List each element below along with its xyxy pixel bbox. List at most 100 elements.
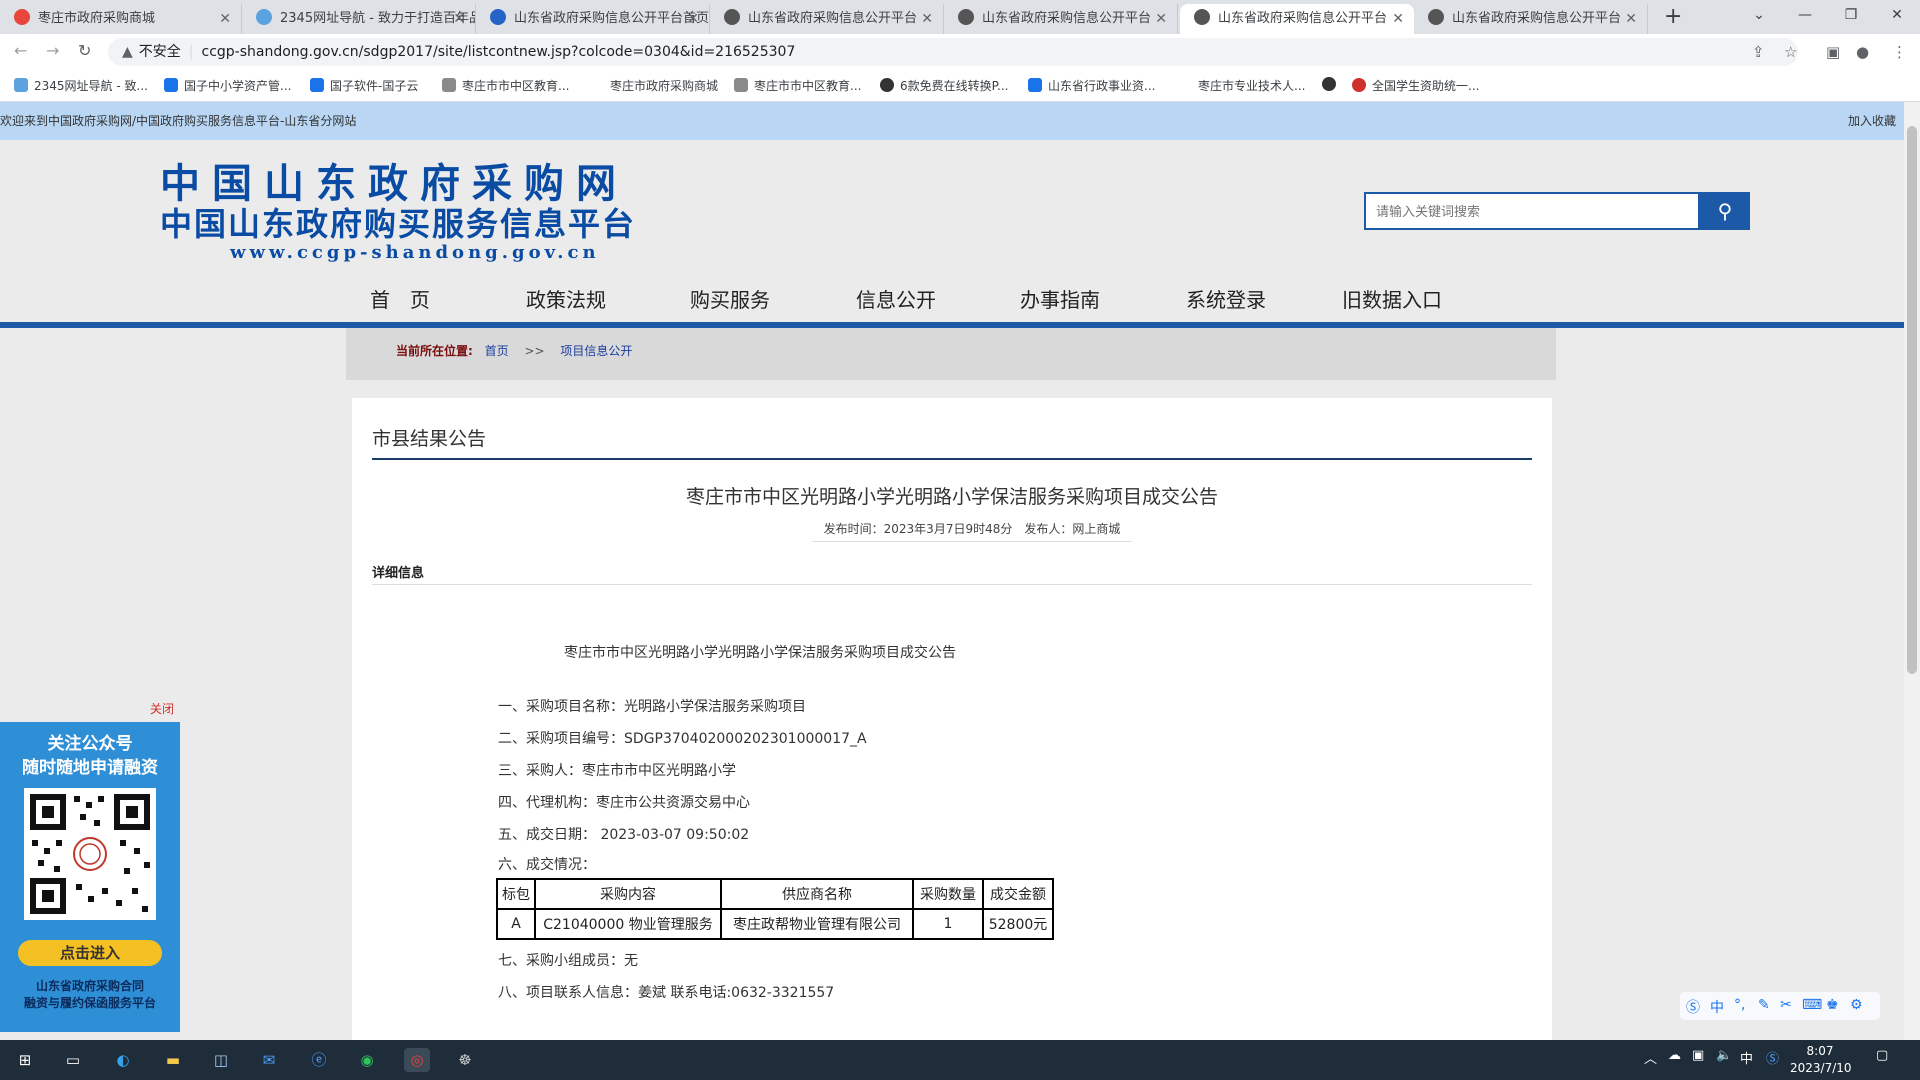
share-icon[interactable]: ⇪	[1752, 43, 1765, 61]
search-input[interactable]	[1364, 192, 1700, 230]
ime-skin-icon[interactable]: ♚	[1826, 997, 1839, 1013]
table-cell: C21040000 物业管理服务	[534, 908, 722, 940]
tray-chevron-icon[interactable]: ︿	[1644, 1048, 1657, 1067]
tab-close-icon[interactable]: ✕	[1392, 4, 1404, 34]
bookmark-label: 枣庄市市中区教育...	[462, 79, 570, 93]
onedrive-icon[interactable]: ☁	[1668, 1048, 1681, 1063]
file-explorer-icon[interactable]: ▬	[160, 1048, 186, 1072]
breadcrumb-label: 当前所在位置:	[396, 344, 473, 358]
browser-tab[interactable]: 山东省政府采购信息公开平台 ✕	[710, 4, 944, 34]
new-tab-button[interactable]: +	[1664, 4, 1682, 30]
ime-toolbar[interactable]: Ⓢ 中 °, ✎ ✂ ⌨ ♚ ⚙	[1680, 992, 1880, 1020]
wechat-icon[interactable]: ◉	[354, 1048, 380, 1072]
ad-close-button[interactable]: 关闭	[150, 700, 174, 717]
bookmark-favicon-icon	[442, 78, 456, 92]
search-button[interactable]: ⚲	[1700, 192, 1750, 230]
tab-favicon-icon	[958, 9, 974, 25]
url-separator: |	[188, 44, 194, 60]
tab-close-icon[interactable]: ✕	[1155, 4, 1167, 34]
site-logo[interactable]: 中国山东政府采购网 中国山东政府购买服务信息平台 www.ccgp-shando…	[160, 162, 636, 264]
bookmark-item[interactable]	[1322, 77, 1342, 92]
clock[interactable]: 8:07 2023/7/10	[1790, 1043, 1852, 1077]
volume-icon[interactable]: 🔈	[1716, 1048, 1732, 1063]
browser-tab[interactable]: 山东省政府采购信息公开平台 ✕	[1414, 4, 1648, 34]
reload-icon[interactable]: ↻	[78, 41, 91, 60]
maximize-button[interactable]: ❐	[1828, 0, 1874, 30]
bookmark-label: 国子软件-国子云	[330, 79, 419, 93]
notification-icon[interactable]: ▢	[1876, 1048, 1888, 1063]
add-favorite-link[interactable]: 加入收藏	[1848, 102, 1896, 140]
bookmark-item[interactable]: 枣庄市政府采购商城	[590, 77, 718, 94]
browser-tab[interactable]: 山东省政府采购信息公开平台 ✕	[944, 4, 1178, 34]
ime-settings-icon[interactable]: ⚙	[1850, 997, 1863, 1013]
windows-taskbar: ⊞ ▭ ◐ ▬ ◫ ✉ ⓔ ◉ ◎ ☸ ︿ ☁ ▣ 🔈 中 Ⓢ 8:07 202…	[0, 1040, 1920, 1080]
bookmark-item[interactable]: 枣庄市专业技术人...	[1178, 77, 1305, 94]
tab-close-icon[interactable]: ✕	[687, 4, 699, 34]
menu-icon[interactable]: ⋮	[1892, 43, 1907, 61]
forward-arrow-icon[interactable]: →	[46, 41, 59, 60]
tab-close-icon[interactable]: ✕	[219, 4, 231, 34]
bookmark-item[interactable]: 枣庄市市中区教育...	[442, 77, 569, 94]
bookmark-favicon-icon	[164, 78, 178, 92]
nav-info-public[interactable]: 信息公开	[856, 284, 936, 313]
network-icon[interactable]: ▣	[1692, 1048, 1704, 1063]
minimize-button[interactable]: —	[1782, 0, 1828, 30]
tab-close-icon[interactable]: ✕	[453, 4, 465, 34]
bookmark-item[interactable]: 山东省行政事业资...	[1028, 77, 1155, 94]
ime-keyboard-icon[interactable]: ⌨	[1802, 997, 1822, 1013]
tab-close-icon[interactable]: ✕	[1625, 4, 1637, 34]
ime-logo-icon[interactable]: Ⓢ	[1686, 997, 1700, 1017]
breadcrumb-current[interactable]: 项目信息公开	[560, 344, 632, 358]
bookmark-item[interactable]: 全国学生资助统一...	[1352, 77, 1479, 94]
bookmark-item[interactable]: 国子中小学资产管...	[164, 77, 291, 94]
store-icon[interactable]: ◫	[208, 1048, 234, 1072]
ad-headline: 关注公众号 随时随地申请融资	[0, 732, 180, 780]
mail-icon[interactable]: ✉	[256, 1048, 282, 1072]
app-icon[interactable]: ☸	[452, 1048, 478, 1072]
profile-icon[interactable]: ●	[1856, 43, 1869, 61]
nav-guide[interactable]: 办事指南	[1020, 284, 1100, 313]
close-window-button[interactable]: ✕	[1874, 0, 1920, 30]
qr-code-icon	[24, 788, 156, 920]
page-scrollbar[interactable]	[1904, 102, 1920, 1040]
bookmark-item[interactable]: 6款免费在线转换P...	[880, 77, 1008, 94]
ie-icon[interactable]: ⓔ	[306, 1048, 332, 1072]
edge-icon[interactable]: ◐	[110, 1048, 136, 1072]
nav-login[interactable]: 系统登录	[1186, 284, 1266, 313]
bookmark-favicon-icon	[1352, 78, 1366, 92]
ime-chinese-mode[interactable]: 中	[1710, 997, 1724, 1017]
breadcrumb-home[interactable]: 首页	[485, 344, 509, 358]
floating-ad[interactable]: 关闭 关注公众号 随时随地申请融资 点击进入 山东省政府采购合同 融资与履约保函…	[0, 702, 180, 1032]
browser-tab[interactable]: 山东省政府采购信息公开平台首页 ✕	[476, 4, 710, 34]
bookmark-item[interactable]: 枣庄市市中区教育...	[734, 77, 861, 94]
nav-purchase-service[interactable]: 购买服务	[690, 284, 770, 313]
tab-search-icon[interactable]: ⌄	[1736, 0, 1782, 30]
table-header-cell: 采购数量	[912, 878, 984, 910]
windows-start-icon[interactable]: ⊞	[12, 1048, 38, 1072]
nav-policy[interactable]: 政策法规	[526, 284, 606, 313]
ime-tools-icon[interactable]: ✂	[1780, 997, 1792, 1013]
ime-handwrite-icon[interactable]: ✎	[1758, 997, 1770, 1013]
browser-tab[interactable]: 枣庄市政府采购商城 ✕	[0, 4, 242, 34]
bookmark-item[interactable]: 国子软件-国子云	[310, 77, 418, 94]
task-view-icon[interactable]: ▭	[60, 1048, 86, 1072]
tab-close-icon[interactable]: ✕	[921, 4, 933, 34]
url-bar[interactable]: ▲ 不安全 | ccgp-shandong.gov.cn/sdgp2017/site/…	[108, 38, 1798, 66]
ime-indicator[interactable]: 中	[1740, 1048, 1753, 1067]
ad-enter-button[interactable]: 点击进入	[18, 940, 162, 966]
bookmark-favicon-icon	[310, 78, 324, 92]
browser-tab-active[interactable]: 山东省政府采购信息公开平台 ✕	[1180, 4, 1414, 34]
scrollbar-thumb[interactable]	[1907, 126, 1917, 674]
chrome-icon[interactable]: ◎	[404, 1048, 430, 1072]
bookmark-item[interactable]: 2345网址导航 - 致...	[14, 77, 148, 94]
welcome-text: 欢迎来到中国政府采购网/中国政府购买服务信息平台-山东省分网站	[0, 114, 357, 128]
star-icon[interactable]: ☆	[1784, 43, 1797, 61]
browser-tab[interactable]: 2345网址导航 - 致力于打造百年品牌 ✕	[242, 4, 476, 34]
ime-punctuation-icon[interactable]: °,	[1734, 997, 1745, 1013]
nav-old-data[interactable]: 旧数据入口	[1342, 284, 1442, 313]
web-page: 欢迎来到中国政府采购网/中国政府购买服务信息平台-山东省分网站 加入收藏 中国山…	[0, 102, 1904, 1040]
side-panel-icon[interactable]: ▣	[1826, 43, 1840, 61]
nav-home[interactable]: 首 页	[370, 284, 430, 313]
back-arrow-icon[interactable]: ←	[14, 41, 27, 60]
sogou-tray-icon[interactable]: Ⓢ	[1766, 1048, 1779, 1067]
